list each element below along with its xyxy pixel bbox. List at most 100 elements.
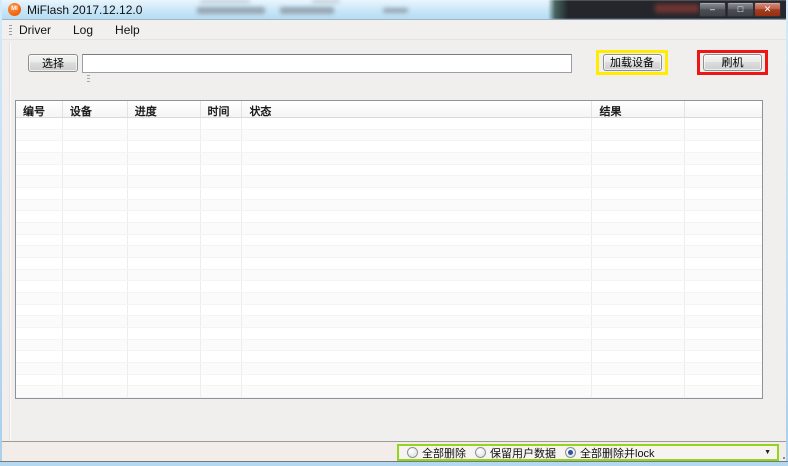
table-row — [16, 199, 762, 212]
column-header-3[interactable]: 时间 — [201, 101, 243, 117]
table-cell — [201, 118, 243, 129]
table-cell — [201, 328, 243, 339]
minimize-button[interactable]: – — [699, 2, 726, 17]
table-cell — [16, 246, 63, 258]
resize-grip[interactable] — [783, 457, 785, 459]
table-cell — [592, 351, 686, 363]
table-cell — [201, 234, 243, 246]
table-cell — [128, 258, 201, 269]
column-header-4[interactable]: 状态 — [242, 101, 593, 117]
load-device-button[interactable]: 加载设备 — [602, 54, 662, 71]
table-cell — [242, 339, 593, 351]
table-cell — [242, 246, 593, 258]
select-rom-button[interactable]: 选择 — [28, 54, 78, 72]
table-cell — [685, 188, 762, 199]
column-header-2[interactable]: 进度 — [128, 101, 201, 117]
table-row — [16, 374, 762, 387]
table-cell — [685, 293, 762, 304]
table-cell — [201, 269, 243, 281]
toolbar-grip[interactable] — [9, 25, 12, 36]
menu-item-log[interactable]: Log — [71, 22, 95, 38]
close-button[interactable]: ✕ — [754, 2, 781, 17]
radio-icon — [475, 447, 486, 458]
table-cell — [16, 176, 63, 188]
rom-path-input[interactable] — [82, 54, 572, 73]
table-cell — [242, 328, 593, 339]
table-cell — [592, 234, 686, 246]
menu-items: Driver Log Help — [17, 20, 142, 40]
table-cell — [685, 211, 762, 222]
table-cell — [128, 199, 201, 211]
table-cell — [242, 234, 593, 246]
table-cell — [592, 304, 686, 316]
flash-options-highlight-box: 全部删除 保留用户数据 全部删除并lock ▼ — [397, 444, 779, 461]
table-cell — [63, 328, 128, 339]
maximize-button[interactable]: □ — [727, 2, 754, 17]
flash-option-2[interactable]: 全部删除并lock — [565, 445, 655, 461]
table-cell — [16, 281, 63, 293]
flash-option-1[interactable]: 保留用户数据 — [475, 445, 556, 461]
table-cell — [63, 304, 128, 316]
table-cell — [128, 188, 201, 199]
column-header-1[interactable]: 设备 — [63, 101, 128, 117]
menu-bar: Driver Log Help — [2, 20, 786, 40]
table-cell — [128, 339, 201, 351]
table-cell — [242, 188, 593, 199]
menu-item-help[interactable]: Help — [113, 22, 142, 38]
table-cell — [201, 246, 243, 258]
table-cell — [242, 386, 593, 398]
table-cell — [128, 328, 201, 339]
table-cell — [201, 293, 243, 304]
table-row — [16, 269, 762, 282]
column-header-6[interactable] — [685, 101, 762, 117]
table-row — [16, 246, 762, 259]
table-cell — [242, 351, 593, 363]
table-cell — [128, 316, 201, 328]
table-cell — [685, 270, 762, 281]
table-cell — [685, 351, 762, 362]
table-cell — [63, 188, 128, 199]
table-cell — [685, 141, 762, 152]
table-row — [16, 351, 762, 364]
table-cell — [592, 176, 686, 188]
table-cell — [16, 386, 63, 398]
table-cell — [685, 316, 762, 327]
table-cell — [242, 258, 593, 269]
flash-option-0[interactable]: 全部删除 — [407, 445, 466, 461]
table-cell — [242, 153, 593, 164]
table-cell — [63, 129, 128, 141]
table-row — [16, 164, 762, 177]
blurred-watermark — [200, 0, 250, 3]
table-cell — [63, 223, 128, 234]
miflash-window: MI MiFlash 2017.12.12.0 – □ ✕ Driver Log H… — [0, 0, 788, 466]
titlebar[interactable]: MI MiFlash 2017.12.12.0 – □ ✕ — [0, 0, 788, 20]
blurred-red-text — [655, 4, 699, 13]
table-cell — [128, 386, 201, 398]
table-cell — [685, 130, 762, 141]
table-cell — [592, 211, 686, 223]
table-cell — [63, 246, 128, 258]
table-cell — [63, 316, 128, 328]
table-row — [16, 188, 762, 200]
table-cell — [592, 328, 686, 339]
column-header-5[interactable]: 结果 — [592, 101, 686, 117]
table-cell — [63, 269, 128, 281]
table-cell — [128, 374, 201, 386]
flash-option-label: 全部删除 — [422, 447, 466, 460]
table-cell — [685, 375, 762, 386]
table-cell — [592, 164, 686, 176]
table-header-row: 编号 设备 进度 时间 状态 结果 — [16, 101, 762, 118]
table-cell — [63, 374, 128, 386]
table-cell — [242, 223, 593, 234]
flash-highlight-box: 刷机 — [697, 50, 768, 75]
dropdown-arrow-icon[interactable]: ▼ — [764, 449, 771, 456]
table-cell — [592, 293, 686, 304]
table-row — [16, 176, 762, 189]
flash-button[interactable]: 刷机 — [703, 54, 762, 71]
table-cell — [128, 246, 201, 258]
table-cell — [16, 304, 63, 316]
table-cell — [16, 363, 63, 374]
column-header-0[interactable]: 编号 — [16, 101, 63, 117]
menu-item-driver[interactable]: Driver — [17, 22, 53, 38]
table-cell — [201, 316, 243, 328]
